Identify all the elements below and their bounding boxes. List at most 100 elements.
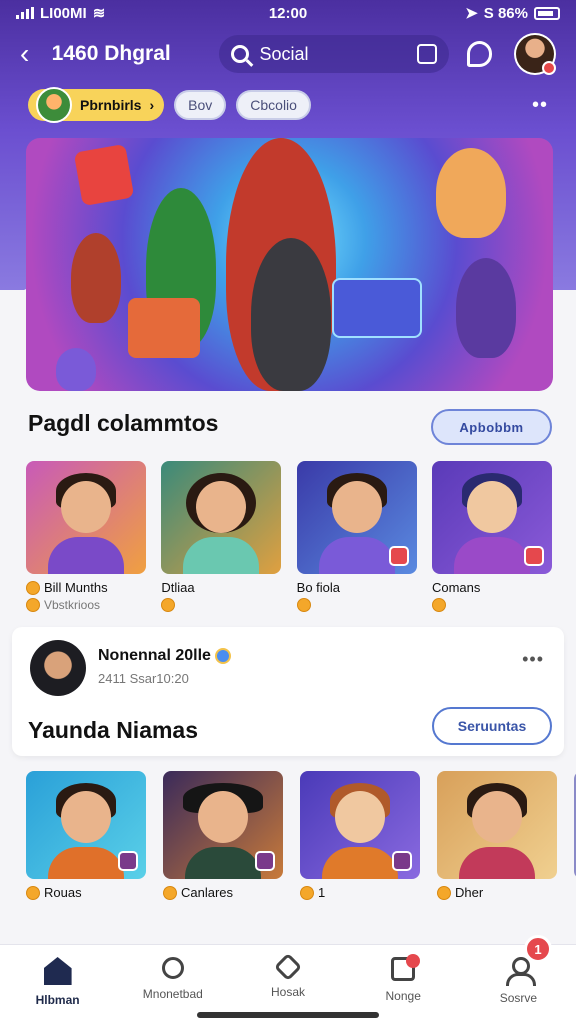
badge-icon [388, 546, 409, 566]
media-name: Canlares [181, 885, 234, 900]
coin-icon [26, 580, 40, 595]
coin-icon [26, 598, 40, 612]
profile-icon [505, 957, 537, 986]
banner-figure [71, 233, 121, 323]
creator-name: Bill Munths [44, 580, 108, 595]
creator-name: Dtliaa [161, 580, 195, 595]
coin-icon [161, 598, 176, 612]
battery-label: S 86% [483, 4, 528, 22]
coin-icon [26, 885, 40, 900]
section-title: Pagdl colammtos [28, 410, 219, 436]
nav-label: Mnonetbad [142, 987, 203, 1001]
coin-icon [431, 598, 446, 612]
home-indicator[interactable] [197, 1012, 379, 1018]
profile-avatar[interactable] [514, 33, 556, 75]
creator-card[interactable]: Comans [431, 461, 552, 612]
head [466, 481, 517, 533]
creator-sub: Vbstkrioos [44, 598, 101, 612]
media-name: Rouas [44, 885, 82, 900]
coin-icon [437, 885, 451, 900]
creator-card[interactable]: Bill Munths Vbstkrioos [26, 461, 146, 612]
more-icon[interactable]: •• [532, 94, 548, 117]
post-card: Nonennal 20lle 2411 Ssar10:20 ••• Yaunda… [12, 627, 564, 756]
nav-label: Hosak [271, 985, 306, 999]
creator-card[interactable]: Dtliaa [161, 461, 282, 612]
home-icon [43, 957, 72, 985]
media-thumbnail [26, 771, 146, 879]
body [48, 847, 124, 879]
chip-primary-label: Pbrnbirls [80, 97, 142, 113]
post-author[interactable]: Nonennal 20lle [98, 647, 211, 665]
hero-banner[interactable] [26, 138, 553, 391]
banner-figure [456, 258, 516, 358]
notification-dot [541, 61, 556, 75]
signal-icon [16, 7, 34, 19]
body [48, 537, 124, 574]
clock: 12:00 [268, 4, 308, 22]
nav-label: Sosrve [499, 991, 538, 1005]
chip-avatar [36, 87, 72, 123]
chip-1[interactable]: Bov [174, 90, 227, 120]
nav-item-home[interactable]: Hlbman [0, 945, 115, 1024]
head [198, 791, 248, 843]
media-card[interactable]: 1 [300, 771, 420, 900]
compass-icon [273, 952, 303, 982]
chat-icon[interactable] [466, 41, 493, 67]
search-label: Social [259, 43, 309, 64]
media-name: Dher [455, 885, 484, 900]
creator-thumbnail [161, 461, 282, 574]
floating-notification-badge[interactable]: 1 [524, 935, 552, 963]
media-thumbnail [300, 771, 420, 879]
media-thumbnail [163, 771, 283, 879]
location-icon: ➤ [465, 5, 478, 22]
banner-figure [56, 348, 96, 391]
search-icon [161, 957, 184, 979]
nav-label: Nonge [385, 989, 421, 1003]
post-title: Yaunda Niamas [28, 717, 199, 743]
media-card[interactable]: Dher [437, 771, 557, 900]
creator-thumbnail [431, 461, 552, 574]
compose-icon[interactable] [416, 44, 437, 64]
nav-label: Hlbman [35, 993, 80, 1007]
creator-list: Bill Munths Vbstkrioos Dtliaa Bo fiola C… [26, 461, 552, 612]
post-action-button[interactable]: Seruuntas [432, 707, 552, 745]
creator-card[interactable]: Bo fiola [296, 461, 417, 612]
banner-figure [251, 238, 331, 391]
top-nav: ‹ 1460 Dhgral Social [0, 30, 576, 78]
post-timestamp: 2411 Ssar10:20 [98, 671, 189, 686]
verified-icon [214, 648, 231, 664]
status-bar: LI00MI ≋ 12:00 ➤ S 86% [0, 0, 576, 26]
page-title: 1460 Dhgral [51, 42, 171, 65]
search-bar[interactable]: Social [219, 35, 449, 73]
avatar[interactable] [30, 640, 86, 696]
body [183, 537, 260, 574]
back-arrow-icon[interactable]: ‹ [20, 38, 46, 70]
battery-icon [534, 6, 560, 20]
section-action-button[interactable]: Apbobbm [431, 409, 552, 445]
badge-icon [255, 851, 275, 871]
camera-icon [128, 298, 200, 358]
body [322, 847, 398, 879]
body [453, 537, 530, 574]
nav-item-profile[interactable]: Sosrve [461, 945, 576, 1024]
more-options-icon[interactable]: ••• [522, 649, 544, 670]
banner-screen [332, 278, 422, 338]
search-icon [231, 45, 250, 63]
coin-icon [296, 598, 311, 612]
chip-2[interactable]: Cbcolio [236, 90, 311, 120]
coin-icon [163, 885, 177, 900]
media-card[interactable]: Canlares [163, 771, 283, 900]
creator-thumbnail [296, 461, 417, 574]
body [185, 847, 261, 879]
banner-figure [436, 148, 506, 238]
body [459, 847, 535, 879]
media-card[interactable]: Rouas [26, 771, 146, 900]
head [331, 481, 382, 533]
body [318, 537, 395, 574]
media-thumbnail [437, 771, 557, 879]
badge-icon [118, 851, 138, 871]
filter-chips: Pbrnbirls › Bov Cbcolio •• [28, 87, 548, 123]
media-name: 1 [318, 885, 326, 900]
chip-primary[interactable]: Pbrnbirls › [28, 87, 165, 123]
creator-name: Bo fiola [296, 580, 341, 595]
